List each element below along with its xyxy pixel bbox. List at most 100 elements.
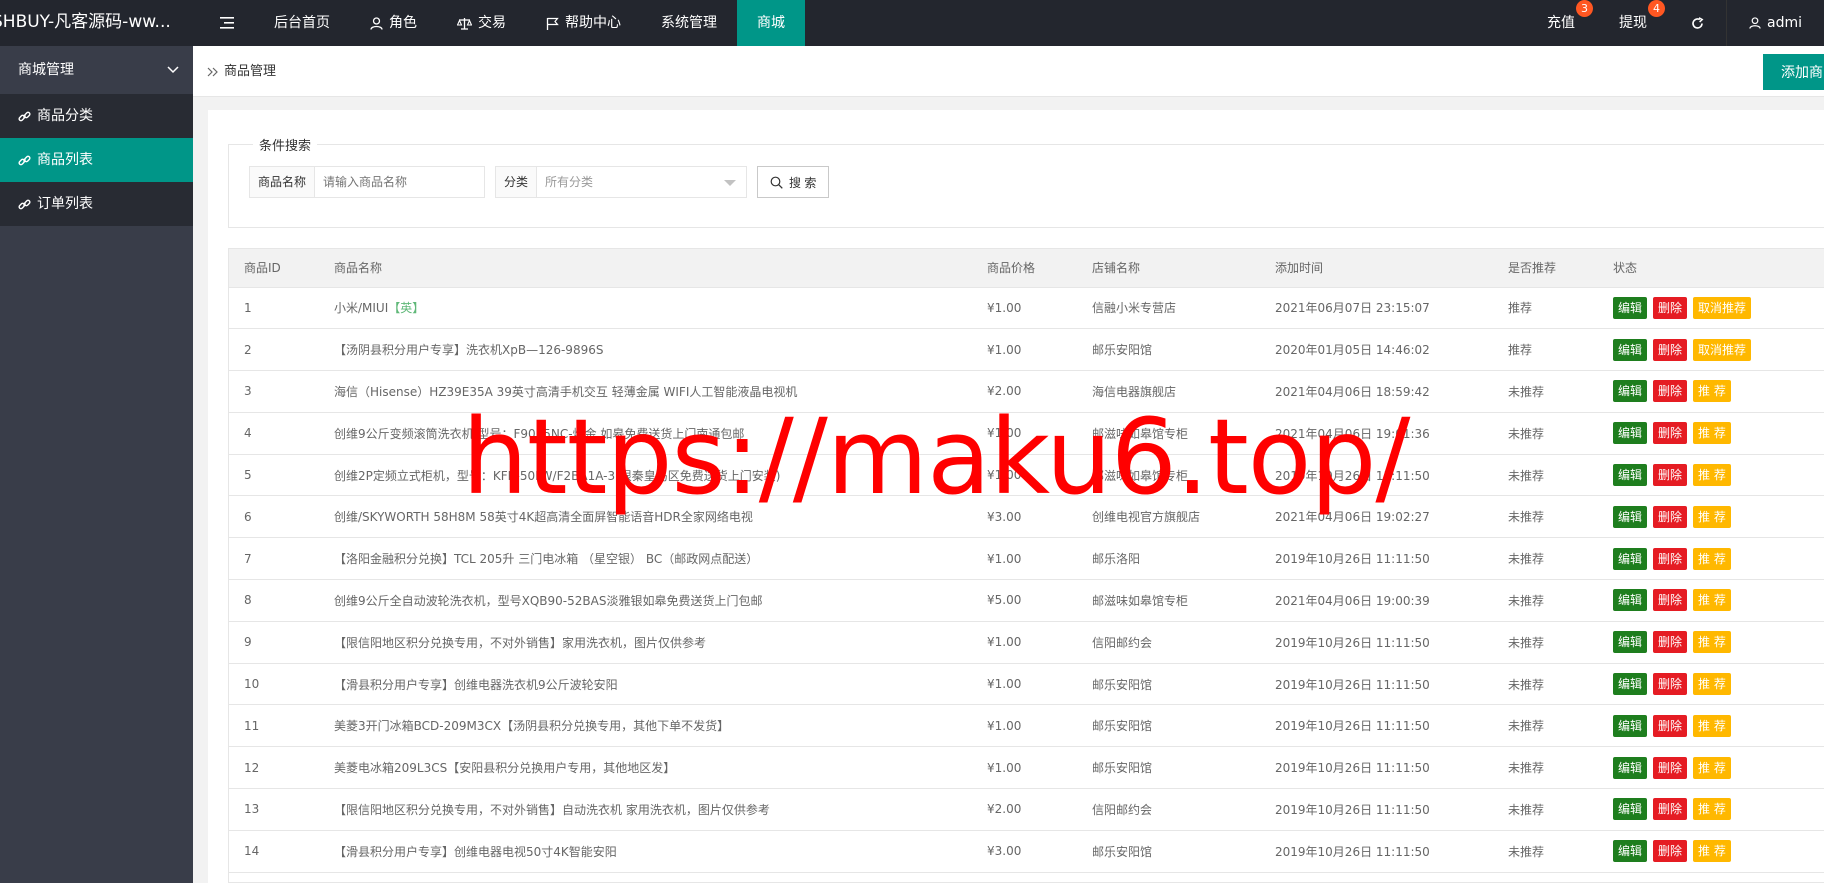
menu-toggle-button[interactable] [200, 0, 254, 46]
cell-actions: 编辑 删除 推 荐 [1598, 830, 1824, 873]
edit-button[interactable]: 编辑 [1613, 798, 1648, 821]
refresh-button[interactable] [1669, 0, 1726, 46]
cell-price: ¥3.00 [972, 872, 1077, 882]
delete-button[interactable]: 删除 [1653, 840, 1688, 863]
cell-name: 创维9公斤变频滚筒洗衣机 型号：F9015NC-炫金 如皋免费送货上门南通包邮 [319, 412, 972, 455]
delete-button[interactable]: 删除 [1653, 589, 1688, 612]
edit-button[interactable]: 编辑 [1613, 631, 1648, 654]
table-row: 7 【洛阳金融积分兑换】TCL 205升 三门电冰箱 （星空银） BC（邮政网点… [229, 537, 1824, 581]
cell-recommended: 未推荐 [1493, 412, 1598, 455]
delete-button[interactable]: 删除 [1653, 547, 1688, 570]
cell-id: 4 [229, 412, 319, 455]
recommend-toggle-button[interactable]: 推 荐 [1693, 756, 1731, 779]
recommend-toggle-button[interactable]: 推 荐 [1693, 422, 1731, 445]
recommend-toggle-button[interactable]: 推 荐 [1693, 798, 1731, 821]
edit-button[interactable]: 编辑 [1613, 756, 1648, 779]
recharge-link[interactable]: 充值 3 [1525, 0, 1597, 46]
recommend-toggle-button[interactable]: 取消推荐 [1693, 296, 1752, 319]
cell-shop: 创维电视官方旗舰店 [1077, 495, 1260, 539]
edit-button[interactable]: 编辑 [1613, 338, 1648, 361]
recommend-toggle-button[interactable]: 推 荐 [1693, 840, 1731, 863]
withdraw-link[interactable]: 提现 4 [1597, 0, 1669, 46]
nav-item-home[interactable]: 后台首页 [254, 0, 350, 46]
product-name: 【洛阳金融积分兑换】TCL 205升 三门电冰箱 （星空银） BC（邮政网点配送… [334, 552, 759, 567]
row-actions: 编辑 删除 推 荐 [1613, 464, 1824, 487]
sidebar-item-product-list[interactable]: 商品列表 [0, 138, 193, 182]
cell-id: 2 [229, 328, 319, 372]
cell-name: 美菱电冰箱209L3CS【安阳县积分兑换用户专用，其他地区发】 [319, 746, 972, 790]
cell-time: 2021年04月06日 18:59:42 [1260, 370, 1493, 413]
table-row: 10 【滑县积分用户专享】创维电器洗衣机9公斤波轮安阳 ¥1.00 邮乐安阳馆 … [229, 663, 1824, 706]
edit-button[interactable]: 编辑 [1613, 840, 1648, 863]
row-actions: 编辑 删除 取消推荐 [1613, 338, 1824, 361]
nav-item-help[interactable]: 帮助中心 [526, 0, 641, 46]
chevron-down-icon [167, 46, 179, 94]
cell-id: 1 [229, 287, 319, 330]
recommend-toggle-button[interactable]: 取消推荐 [1693, 338, 1752, 361]
table-row: 9 【限信阳地区积分兑换专用，不对外销售】家用洗衣机，图片仅供参考 ¥1.00 … [229, 621, 1824, 664]
delete-button[interactable]: 删除 [1653, 798, 1688, 821]
cell-name: 【限信阳地区积分兑换专用，不对外销售】家用洗衣机，图片仅供参考 [319, 621, 972, 664]
menu-icon [220, 17, 234, 29]
nav-label: 后台首页 [274, 15, 330, 31]
recommend-toggle-button[interactable]: 推 荐 [1693, 547, 1731, 570]
edit-button[interactable]: 编辑 [1613, 714, 1648, 737]
nav-item-role[interactable]: 角色 [350, 0, 437, 46]
cell-id: 8 [229, 579, 319, 622]
recommend-toggle-button[interactable]: 推 荐 [1693, 714, 1731, 737]
cell-shop: 邮滋味如皋馆专柜 [1077, 412, 1260, 455]
cell-shop: 信阳邮约会 [1077, 788, 1260, 831]
delete-button[interactable]: 删除 [1653, 631, 1688, 654]
recommend-toggle-button[interactable]: 推 荐 [1693, 505, 1731, 528]
edit-button[interactable]: 编辑 [1613, 673, 1648, 696]
nav-item-mall[interactable]: 商城 [737, 0, 805, 46]
delete-button[interactable]: 删除 [1653, 464, 1688, 487]
cell-time: 2019年10月26日 11:11:50 [1260, 830, 1493, 873]
product-name-input[interactable] [315, 166, 486, 198]
nav-label: 帮助中心 [565, 15, 621, 31]
sidebar-group-mall[interactable]: 商城管理 [0, 46, 193, 94]
cell-shop: 邮乐安阳馆 [1077, 746, 1260, 790]
user-menu[interactable]: admi [1726, 0, 1824, 46]
edit-button[interactable]: 编辑 [1613, 464, 1648, 487]
delete-button[interactable]: 删除 [1653, 380, 1688, 403]
category-select[interactable]: 所有分类 [537, 166, 748, 198]
nav-item-trade[interactable]: 交易 [437, 0, 526, 46]
cell-price: ¥3.00 [972, 495, 1077, 539]
edit-button[interactable]: 编辑 [1613, 589, 1648, 612]
delete-button[interactable]: 删除 [1653, 422, 1688, 445]
withdraw-badge: 4 [1648, 0, 1665, 17]
cell-actions: 编辑 删除 推 荐 [1598, 788, 1824, 831]
delete-button[interactable]: 删除 [1653, 505, 1688, 528]
sidebar-item-label: 订单列表 [37, 196, 93, 212]
breadcrumb-label: 商品管理 [224, 64, 277, 79]
recommend-toggle-button[interactable]: 推 荐 [1693, 380, 1731, 403]
product-name: 【汤阴县积分用户专享】洗衣机XpB—126-9896S [334, 343, 604, 358]
search-button[interactable]: 搜 索 [757, 166, 830, 198]
cell-name: 小米/MIUI【英】 [319, 287, 972, 330]
recommend-toggle-button[interactable]: 推 荐 [1693, 589, 1731, 612]
nav-item-system[interactable]: 系统管理 [641, 0, 737, 46]
delete-button[interactable]: 删除 [1653, 296, 1688, 319]
delete-button[interactable]: 删除 [1653, 714, 1688, 737]
cell-actions: 编辑 删除 推 荐 [1598, 872, 1824, 882]
add-product-button[interactable]: 添加商品 [1763, 54, 1824, 90]
edit-button[interactable]: 编辑 [1613, 505, 1648, 528]
edit-button[interactable]: 编辑 [1613, 296, 1648, 319]
sidebar-item-category[interactable]: 商品分类 [0, 94, 193, 138]
delete-button[interactable]: 删除 [1653, 673, 1688, 696]
recommend-toggle-button[interactable]: 推 荐 [1693, 631, 1731, 654]
recommend-toggle-button[interactable]: 推 荐 [1693, 673, 1731, 696]
table-row: 3 海信（Hisense）HZ39E35A 39英寸高清手机交互 轻薄金属 WI… [229, 370, 1824, 413]
edit-button[interactable]: 编辑 [1613, 422, 1648, 445]
link-icon [18, 199, 31, 209]
recommend-toggle-button[interactable]: 推 荐 [1693, 464, 1731, 487]
row-actions: 编辑 删除 推 荐 [1613, 380, 1824, 403]
column-header: 商品价格 [972, 249, 1077, 288]
delete-button[interactable]: 删除 [1653, 338, 1688, 361]
sidebar-item-orders[interactable]: 订单列表 [0, 182, 193, 226]
edit-button[interactable]: 编辑 [1613, 547, 1648, 570]
delete-button[interactable]: 删除 [1653, 756, 1688, 779]
edit-button[interactable]: 编辑 [1613, 380, 1648, 403]
cell-price: ¥5.00 [972, 579, 1077, 622]
